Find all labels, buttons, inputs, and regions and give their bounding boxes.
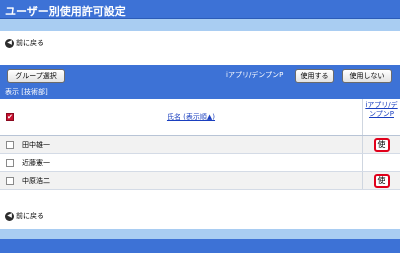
- app-label: iアプリ/デンプンP: [226, 71, 284, 79]
- app-status-cell: [362, 154, 400, 171]
- title-bar: ユーザー別使用許可設定: [0, 0, 400, 19]
- back-link-top[interactable]: ◀ 前に戻る: [5, 38, 44, 48]
- select-all-checkbox[interactable]: ✔: [6, 113, 14, 121]
- group-select-button[interactable]: グループ選択: [7, 69, 65, 83]
- table-row: 田中雄一 使: [0, 136, 400, 154]
- select-all-cell: ✔: [0, 99, 20, 135]
- user-name: 近藤憲一: [22, 158, 50, 167]
- table-row: 中原浩二 使: [0, 172, 400, 190]
- row-check-cell: [0, 154, 20, 171]
- row-check-cell: [0, 172, 20, 189]
- app-status-cell: 使: [362, 136, 400, 153]
- footer-light-bar: [0, 229, 400, 239]
- back-link-bottom[interactable]: ◀ 前に戻る: [5, 211, 44, 221]
- page-title: ユーザー別使用許可設定: [5, 5, 126, 18]
- user-name: 田中雄一: [22, 140, 50, 149]
- table-row: 近藤憲一: [0, 154, 400, 172]
- title-sub-bar: [0, 19, 400, 31]
- row-checkbox[interactable]: [6, 140, 14, 149]
- table-header-row: ✔ 氏名 (表示順▲) iアプリ/デンプンP: [0, 99, 400, 136]
- row-check-cell: [0, 136, 20, 153]
- use-button[interactable]: 使用する: [295, 69, 334, 83]
- page: ユーザー別使用許可設定 ◀ 前に戻る グループ選択 iアプリ/デンプンP 使用す…: [0, 0, 400, 253]
- user-name: 中原浩二: [22, 176, 50, 185]
- app-status-cell: 使: [362, 172, 400, 189]
- footer-dark-bar: [0, 239, 400, 253]
- name-column-header[interactable]: 氏名 (表示順▲): [20, 99, 362, 135]
- row-checkbox[interactable]: [6, 176, 14, 185]
- back-link-label: 前に戻る: [16, 39, 44, 47]
- back-arrow-icon: ◀: [5, 38, 14, 48]
- not-use-button[interactable]: 使用しない: [342, 69, 392, 83]
- row-checkbox[interactable]: [6, 158, 14, 167]
- department-label: 表示 [技術部]: [5, 88, 48, 96]
- use-badge: 使: [373, 173, 390, 188]
- user-table: ✔ 氏名 (表示順▲) iアプリ/デンプンP 田中雄一 使 近藤憲一 中原浩二 …: [0, 99, 400, 190]
- back-arrow-icon: ◀: [5, 211, 14, 221]
- name-sort-link[interactable]: 氏名 (表示順▲): [167, 112, 215, 122]
- app-column-header[interactable]: iアプリ/デンプンP: [362, 99, 400, 135]
- back-link-label: 前に戻る: [16, 212, 44, 220]
- use-badge: 使: [373, 137, 390, 152]
